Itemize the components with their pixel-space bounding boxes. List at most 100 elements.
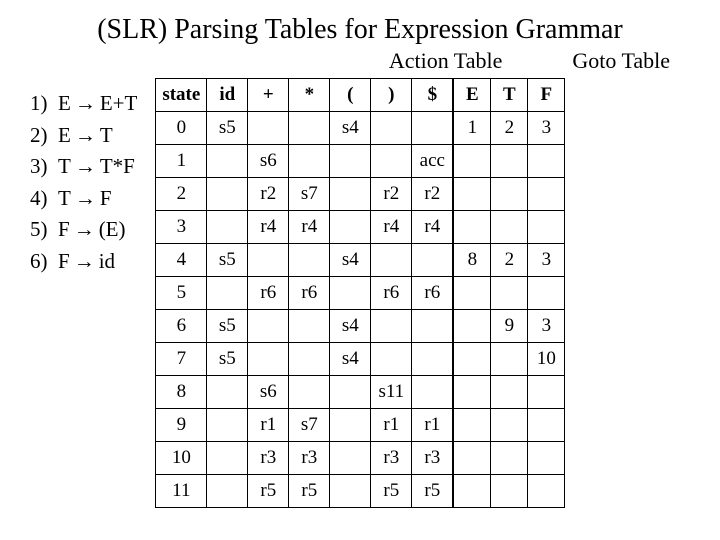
rule-rhs: id [99,246,115,278]
cell-lpar: s4 [330,112,371,145]
cell-T [491,277,528,310]
rule-lhs: T [58,183,71,215]
cell-id: s5 [207,310,248,343]
rule-number: 3) [30,151,58,183]
cell-plus [248,310,289,343]
cell-dollar: r3 [412,442,454,475]
cell-dollar [412,376,454,409]
goto-table-label: Goto Table [572,48,670,74]
cell-lpar [330,145,371,178]
cell-rpar: r3 [371,442,412,475]
rule-lhs: E [58,120,71,152]
cell-E [453,343,491,376]
cell-id: s5 [207,343,248,376]
cell-E [453,211,491,244]
cell-F [528,145,565,178]
cell-star: r4 [289,211,330,244]
page-title: (SLR) Parsing Tables for Expression Gram… [30,14,690,46]
cell-state: 2 [156,178,207,211]
cell-plus: r6 [248,277,289,310]
cell-F [528,409,565,442]
cell-star [289,112,330,145]
grammar-rule: 4)T→F [30,183,137,215]
cell-F: 3 [528,244,565,277]
table-row: 7s5 s4 10 [156,343,565,376]
cell-F: 10 [528,343,565,376]
rule-lhs: E [58,88,71,120]
rule-number: 4) [30,183,58,215]
col-star: * [289,79,330,112]
cell-star: s7 [289,409,330,442]
cell-lpar [330,178,371,211]
grammar-rule: 3)T→T*F [30,151,137,183]
cell-id [207,145,248,178]
col-rpar: ) [371,79,412,112]
cell-state: 9 [156,409,207,442]
table-row: 11r5r5r5r5 [156,475,565,508]
table-row: 2r2s7r2r2 [156,178,565,211]
cell-E [453,442,491,475]
cell-plus: r5 [248,475,289,508]
cell-state: 10 [156,442,207,475]
cell-lpar [330,211,371,244]
cell-star: s7 [289,178,330,211]
cell-rpar: r2 [371,178,412,211]
cell-star [289,244,330,277]
table-row: 8s6s11 [156,376,565,409]
cell-E: 1 [453,112,491,145]
cell-E: 8 [453,244,491,277]
cell-rpar: s11 [371,376,412,409]
cell-plus [248,244,289,277]
cell-lpar [330,409,371,442]
table-row: 10r3r3r3r3 [156,442,565,475]
cell-plus: r4 [248,211,289,244]
table-header-row: state id + * ( ) $ E T F [156,79,565,112]
cell-F [528,475,565,508]
cell-F [528,178,565,211]
cell-state: 11 [156,475,207,508]
cell-star: r5 [289,475,330,508]
parsing-table: state id + * ( ) $ E T F 0s5s41231s6acc2… [155,78,565,508]
cell-rpar: r5 [371,475,412,508]
cell-id: s5 [207,112,248,145]
cell-F [528,376,565,409]
cell-lpar [330,277,371,310]
cell-T: 2 [491,112,528,145]
table-row: 1s6acc [156,145,565,178]
table-row: 9r1s7r1r1 [156,409,565,442]
cell-lpar: s4 [330,310,371,343]
cell-state: 0 [156,112,207,145]
col-T: T [491,79,528,112]
cell-T [491,145,528,178]
grammar-list: 1)E→E+T2)E→T3)T→T*F4)T→F5)F→(E)6)F→id [30,88,137,277]
rule-lhs: F [58,246,70,278]
cell-lpar: s4 [330,343,371,376]
cell-plus [248,112,289,145]
col-E: E [453,79,491,112]
cell-id: s5 [207,244,248,277]
cell-state: 7 [156,343,207,376]
cell-state: 4 [156,244,207,277]
cell-rpar: r4 [371,211,412,244]
arrow-icon: → [71,120,100,152]
rule-rhs: T*F [100,151,135,183]
cell-dollar: r2 [412,178,454,211]
cell-rpar [371,145,412,178]
cell-id [207,376,248,409]
cell-rpar: r1 [371,409,412,442]
cell-T [491,442,528,475]
cell-T [491,409,528,442]
cell-dollar: r1 [412,409,454,442]
cell-star: r6 [289,277,330,310]
cell-plus [248,343,289,376]
rule-rhs: (E) [99,214,126,246]
rule-number: 6) [30,246,58,278]
cell-T [491,178,528,211]
cell-id [207,178,248,211]
cell-E [453,178,491,211]
cell-lpar [330,475,371,508]
grammar-rule: 6)F→id [30,246,137,278]
cell-F [528,442,565,475]
cell-E [453,310,491,343]
cell-T: 2 [491,244,528,277]
